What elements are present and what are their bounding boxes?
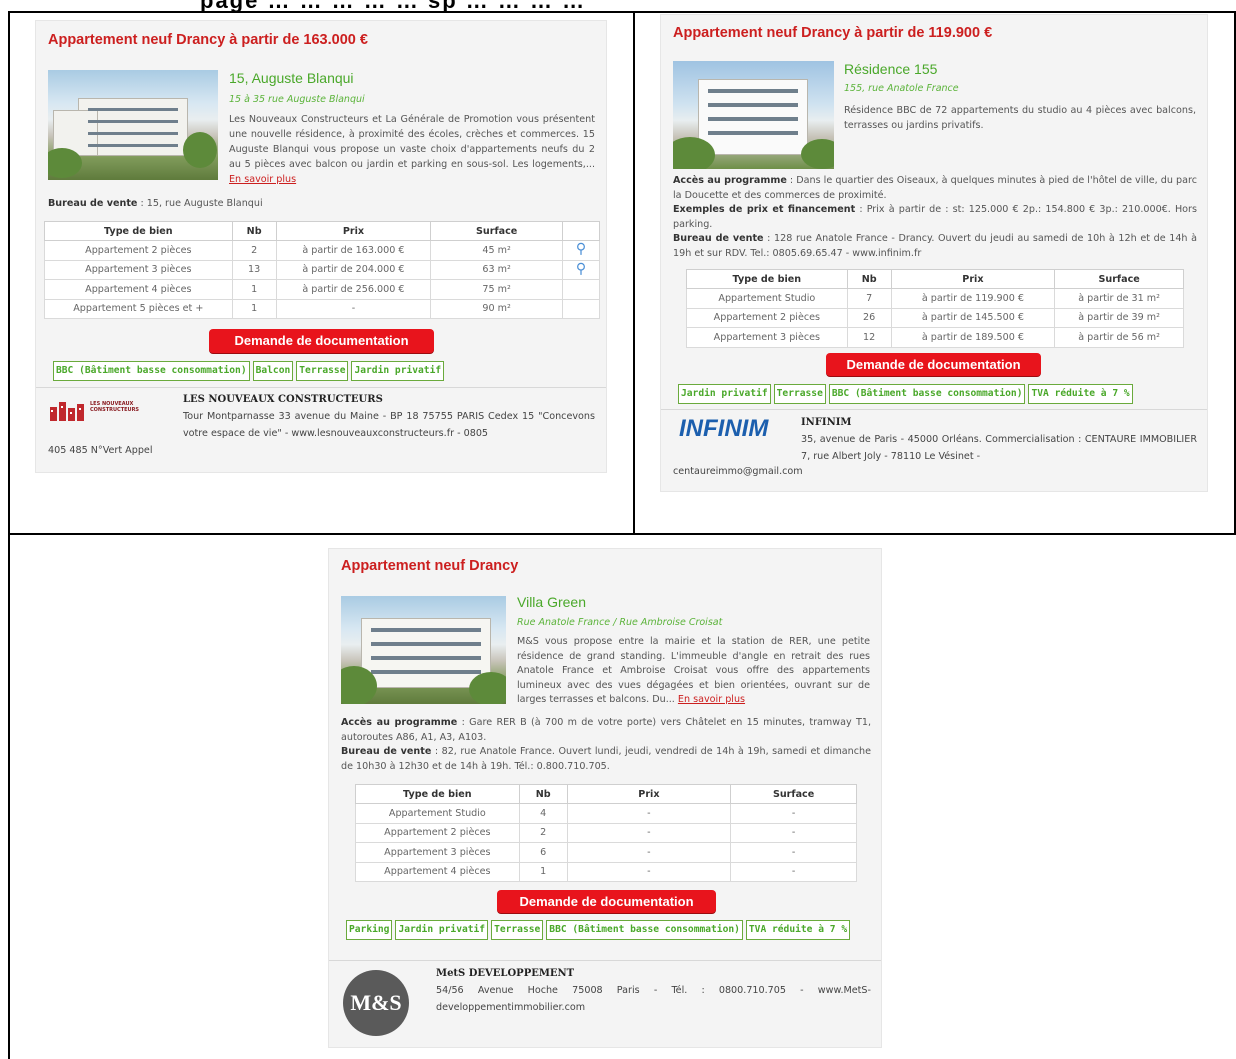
documentation-button[interactable]: Demande de documentation [826, 353, 1041, 376]
table-row: Appartement 2 pièces 26 à partir de 145.50… [686, 307, 1184, 328]
table-row: Appartement 3 pièces 12 à partir de 189.50… [686, 327, 1184, 348]
feature-tags: BBC (Bâtiment basse consommation) Balcon T… [53, 361, 593, 381]
table-row: Appartement 2 pièces 2- - [355, 822, 857, 843]
program-address: Rue Anatole France / Rue Ambroise Croisa… [517, 617, 723, 628]
lnc-logo-text: LES NOUVEAUX CONSTRUCTEURS [90, 401, 140, 413]
tag[interactable]: BBC (Bâtiment basse consommation) [546, 920, 743, 940]
agency-name: MetS DEVELOPPEMENT [436, 968, 575, 979]
magnifier-icon[interactable]: ⚲ [576, 261, 586, 277]
frame-top [8, 11, 1236, 13]
magnifier-icon[interactable]: ⚲ [576, 241, 586, 257]
tag[interactable]: Jardin privatif [395, 920, 489, 940]
listing-title[interactable]: Appartement neuf Drancy [341, 559, 518, 574]
table-row: Appartement 3 pièces 6- - [355, 842, 857, 863]
agency-name: LES NOUVEAUX CONSTRUCTEURS [183, 394, 383, 405]
tag[interactable]: Jardin privatif [678, 384, 771, 404]
access-info: Accès au programme : Gare RER B (à 700 m… [341, 717, 872, 743]
more-link[interactable]: En savoir plus [229, 174, 296, 185]
sales-office: Bureau de vente : 15, rue Auguste Blanqu… [48, 198, 263, 209]
agency-info: MetS DEVELOPPEMENT 54/56 Avenue Hoche 75… [436, 965, 871, 1016]
listing-title[interactable]: Appartement neuf Drancy à partir de 119.… [673, 26, 992, 41]
tag[interactable]: Balcon [252, 361, 294, 381]
program-address: 155, rue Anatole France [844, 83, 959, 94]
table-row: Appartement 4 pièces 1- - [355, 861, 857, 882]
tag[interactable]: Parking [346, 920, 393, 940]
col-price: Prix [275, 221, 432, 241]
agency-name: INFINIM [801, 417, 852, 428]
lnc-logo[interactable]: LES NOUVEAUX CONSTRUCTEURS [48, 398, 158, 424]
agency-text: 54/56 Avenue Hoche 75008 Paris - Tél. : … [436, 985, 871, 1013]
program-name[interactable]: Villa Green [517, 595, 586, 610]
feature-tags: Parking Jardin privatif Terrasse BBC (Bâtim… [346, 920, 871, 940]
sales-office: Bureau de vente : 82, rue Anatole France… [341, 746, 872, 772]
more-link[interactable]: En savoir plus [678, 694, 745, 705]
program-address: 15 à 35 rue Auguste Blanqui [229, 94, 365, 105]
program-name[interactable]: 15, Auguste Blanqui [229, 71, 354, 86]
tag[interactable]: BBC (Bâtiment basse consommation) [828, 384, 1026, 404]
agency-info: INFINIM 35, avenue de Paris - 45000 Orlé… [801, 414, 1197, 465]
tag[interactable]: Terrasse [491, 920, 544, 940]
program-name[interactable]: Résidence 155 [844, 62, 937, 77]
agency-info: LES NOUVEAUX CONSTRUCTEURS Tour Montparn… [183, 391, 595, 442]
documentation-button[interactable]: Demande de documentation [209, 329, 434, 353]
agency-text: 35, avenue de Paris - 45000 Orléans. Com… [801, 434, 1197, 462]
listing-title[interactable]: Appartement neuf Drancy à partir de 163.… [48, 33, 368, 48]
agency-text: Tour Montparnasse 33 avenue du Maine - B… [183, 411, 595, 439]
table-row: Appartement 3 pièces 13 à partir de 204.0… [44, 259, 600, 280]
units-table: Type de bien Nb Prix Surface Appartement… [686, 269, 1184, 348]
units-table: Type de bien Nb Prix Surface Appartement… [355, 784, 857, 882]
table-row: Appartement Studio 4- - [355, 803, 857, 824]
col-nb: Nb [231, 221, 277, 241]
table-header-row: Type de bien Nb Prix Surface [44, 221, 600, 241]
tag[interactable]: TVA réduite à 7 % [1028, 384, 1133, 404]
table-row: Appartement 5 pièces et +1 -90 m² [44, 298, 600, 319]
col-surface: Surface [1054, 269, 1184, 289]
access-info: Accès au programme : Dans le quartier de… [673, 175, 1197, 201]
documentation-button[interactable]: Demande de documentation [497, 890, 716, 913]
units-table: Type de bien Nb Prix Surface Appartement… [44, 221, 600, 319]
col-nb: Nb [846, 269, 892, 289]
frame-middle-vertical [633, 11, 635, 535]
col-nb: Nb [518, 784, 568, 804]
program-photo[interactable] [48, 70, 218, 180]
separator [36, 387, 606, 388]
col-type: Type de bien [355, 784, 520, 804]
price-examples: Exemples de prix et financement : Prix à… [673, 204, 1197, 230]
program-description: Les Nouveaux Constructeurs et La Général… [229, 114, 595, 185]
program-photo[interactable] [673, 61, 834, 169]
frame-left [8, 11, 10, 1059]
program-description: M&S vous propose entre la mairie et la s… [517, 636, 870, 706]
col-surface: Surface [730, 784, 857, 804]
sales-office: Bureau de vente : 128 rue Anatole France… [673, 233, 1197, 259]
agency-text-continued: centaureimmo@gmail.com [673, 466, 803, 477]
table-row: Appartement 4 pièces 1 à partir de 256.00… [44, 279, 600, 300]
listing-card-3: Appartement neuf Drancy Villa Green Rue … [328, 548, 882, 1048]
ms-logo[interactable]: M&S [343, 970, 409, 1036]
feature-tags: Jardin privatif Terrasse BBC (Bâtiment bas… [678, 384, 1198, 404]
tag[interactable]: Jardin privatif [351, 361, 445, 381]
program-description: Résidence BBC de 72 appartements du stud… [844, 105, 1196, 131]
tag[interactable]: Terrasse [773, 384, 826, 404]
table-header-row: Type de bien Nb Prix Surface [686, 269, 1184, 289]
col-price: Prix [890, 269, 1056, 289]
listing-card-2: Appartement neuf Drancy à partir de 119.… [660, 14, 1208, 492]
agency-text-continued: 405 485 N°Vert Appel [48, 445, 153, 456]
tag[interactable]: BBC (Bâtiment basse consommation) [53, 361, 250, 381]
separator [329, 960, 881, 961]
table-row: Appartement Studio 7 à partir de 119.900 €… [686, 288, 1184, 309]
listing-card-1: Appartement neuf Drancy à partir de 163.… [35, 20, 607, 473]
table-header-row: Type de bien Nb Prix Surface [355, 784, 857, 804]
frame-middle-horizontal [8, 533, 1236, 535]
separator [661, 409, 1207, 410]
col-action [562, 221, 600, 241]
table-row: Appartement 2 pièces 2 à partir de 163.00… [44, 240, 600, 261]
col-surface: Surface [430, 221, 564, 241]
col-type: Type de bien [44, 221, 233, 241]
col-price: Prix [566, 784, 732, 804]
tag[interactable]: Terrasse [296, 361, 349, 381]
col-type: Type de bien [686, 269, 848, 289]
tag[interactable]: TVA réduite à 7 % [745, 920, 851, 940]
program-photo[interactable] [341, 596, 506, 704]
infinim-logo[interactable]: INFINIM [679, 417, 768, 441]
